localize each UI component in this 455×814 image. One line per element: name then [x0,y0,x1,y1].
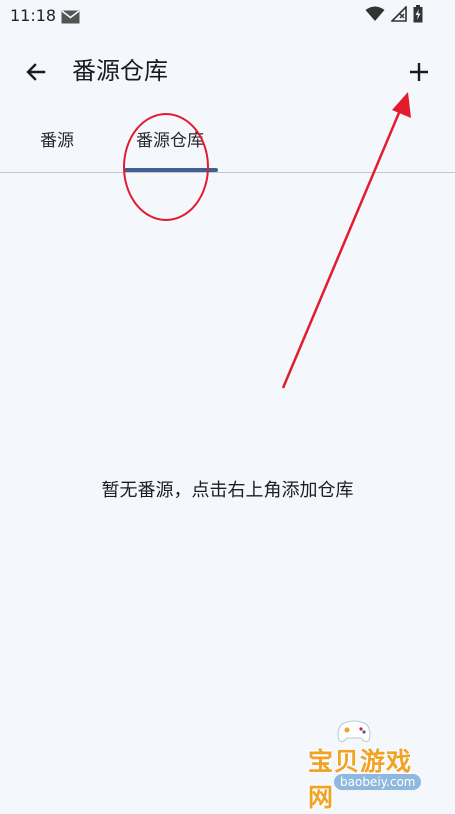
add-repository-button[interactable] [400,54,438,90]
status-bar: 11:18 [0,0,455,30]
back-button[interactable] [18,54,54,90]
page-title: 番源仓库 [72,57,168,85]
status-icons [365,5,423,27]
gamepad-icon [337,720,371,743]
no-signal-icon [390,5,407,26]
tab-bar: 番源 番源仓库 [0,120,455,173]
mail-icon [61,9,80,28]
plus-icon [410,63,428,81]
watermark: 宝贝游戏网 baobeiy.com [300,718,430,812]
arrow-left-icon [26,63,46,81]
status-time: 11:18 [10,6,57,25]
app-bar: 番源仓库 [0,40,455,104]
tab-sources[interactable]: 番源 [40,130,74,162]
empty-state-message: 暂无番源，点击右上角添加仓库 [101,480,354,501]
tab-divider [0,172,455,173]
tab-source-repository[interactable]: 番源仓库 [136,130,204,162]
wifi-icon [365,6,385,26]
battery-charging-icon [413,5,423,27]
watermark-url: baobeiy.com [334,774,422,790]
